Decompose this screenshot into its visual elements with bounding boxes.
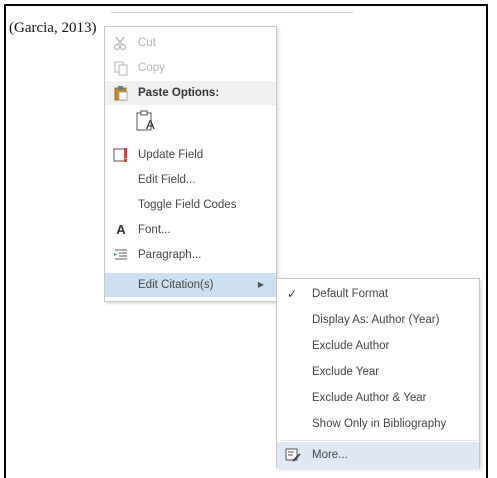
menu-item-label: Toggle Field Codes xyxy=(138,199,237,211)
paste-option-glyph: A xyxy=(146,117,155,132)
submenu-item-label: Exclude Author & Year xyxy=(312,392,427,404)
menu-item-font[interactable]: A Font... xyxy=(105,218,276,242)
menu-item-toggle-field-codes[interactable]: Toggle Field Codes xyxy=(105,193,276,217)
copy-icon xyxy=(113,60,129,76)
update-field-icon xyxy=(113,147,129,163)
submenu-item-exclude-year[interactable]: Exclude Year xyxy=(277,359,479,385)
submenu-item-show-only-in-bibliography[interactable]: Show Only in Bibliography xyxy=(277,411,479,437)
paste-keep-text-only-button[interactable]: A xyxy=(135,109,157,133)
ruler-line xyxy=(110,12,354,13)
submenu-item-exclude-author[interactable]: Exclude Author xyxy=(277,333,479,359)
submenu-item-default-format[interactable]: ✓ Default Format xyxy=(277,281,479,307)
menu-item-label: Font... xyxy=(138,224,171,236)
menu-item-paragraph[interactable]: Paragraph... xyxy=(105,243,276,267)
menu-item-label: Update Field xyxy=(138,149,204,161)
menu-item-label: Copy xyxy=(138,62,165,74)
submenu-separator xyxy=(281,440,477,441)
menu-item-label: Edit Citation(s) xyxy=(138,279,214,291)
menu-item-label: Paragraph... xyxy=(138,249,202,261)
submenu-item-label: More... xyxy=(312,449,348,461)
font-icon: A xyxy=(116,222,126,237)
menu-item-update-field[interactable]: Update Field xyxy=(105,143,276,167)
checkmark-icon: ✓ xyxy=(287,287,298,301)
context-menu: Cut Copy Paste Options: A Update Field E… xyxy=(104,26,277,302)
submenu-item-label: Default Format xyxy=(312,288,389,300)
scissors-icon xyxy=(113,35,129,51)
submenu-item-label: Show Only in Bibliography xyxy=(312,418,447,430)
menu-item-cut[interactable]: Cut xyxy=(105,31,276,55)
menu-item-copy[interactable]: Copy xyxy=(105,56,276,80)
submenu-arrow-icon: ▶ xyxy=(257,280,264,289)
submenu-item-label: Exclude Year xyxy=(312,366,380,378)
menu-item-label: Edit Field... xyxy=(138,174,196,186)
menu-item-label: Cut xyxy=(138,37,156,49)
paragraph-icon xyxy=(113,247,129,263)
submenu-item-more[interactable]: More... xyxy=(277,442,479,468)
menu-item-edit-citations[interactable]: Edit Citation(s) ▶ xyxy=(105,273,276,297)
menu-item-edit-field[interactable]: Edit Field... xyxy=(105,168,276,192)
edit-citation-submenu: ✓ Default Format Display As: Author (Yea… xyxy=(276,278,480,468)
submenu-item-exclude-author-year[interactable]: Exclude Author & Year xyxy=(277,385,479,411)
clipboard-icon xyxy=(113,85,129,101)
menu-item-paste-options: Paste Options: xyxy=(105,81,276,105)
submenu-item-display-as-author-year[interactable]: Display As: Author (Year) xyxy=(277,307,479,333)
submenu-item-label: Display As: Author (Year) xyxy=(312,314,440,326)
citation-field[interactable]: (Garcia, 2013) xyxy=(9,20,96,37)
menu-item-label: Paste Options: xyxy=(138,87,220,99)
submenu-item-label: Exclude Author xyxy=(312,340,390,352)
edit-citation-icon xyxy=(285,447,301,463)
